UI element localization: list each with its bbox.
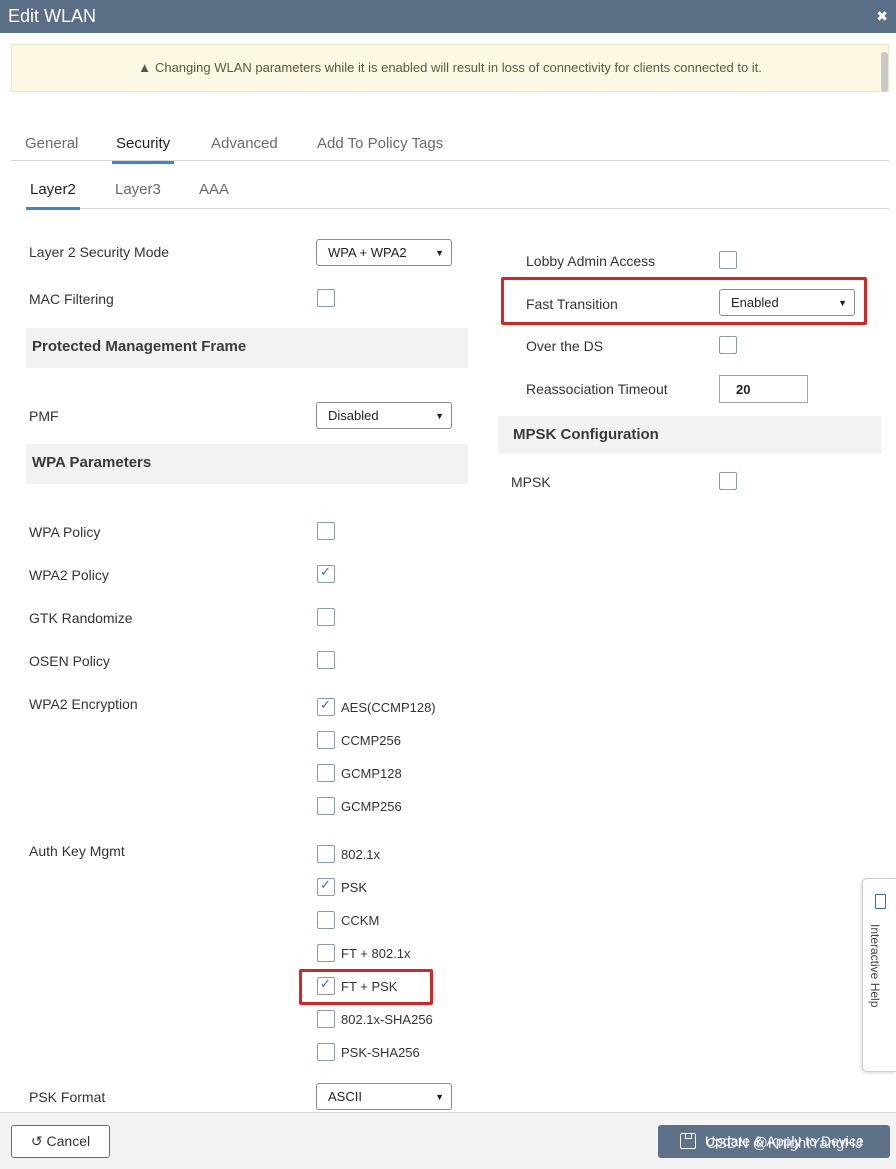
save-icon: [680, 1133, 696, 1149]
lobby-admin-access-label: Lobby Admin Access: [526, 253, 656, 269]
wpa2-policy-checkbox[interactable]: ✓: [317, 564, 335, 583]
ft-psk-highlight: [299, 969, 433, 1005]
akm-psk-sha256-checkbox[interactable]: [317, 1043, 335, 1061]
akm-option-label: 802.1x-SHA256: [341, 1012, 433, 1027]
fast-transition-select[interactable]: Enabled ▼: [719, 289, 855, 316]
mpsk-label: MPSK: [511, 474, 551, 490]
warning-banner: ▲ Changing WLAN parameters while it is en…: [11, 44, 889, 92]
akm-8021x-sha256-checkbox[interactable]: [317, 1010, 335, 1028]
mpsk-section-header: MPSK Configuration: [498, 416, 881, 454]
reassociation-timeout-input[interactable]: 20: [719, 375, 808, 403]
warning-text: Changing WLAN parameters while it is ena…: [154, 60, 762, 75]
gtk-randomize-label: GTK Randomize: [29, 610, 133, 626]
akm-option-label: PSK-SHA256: [341, 1045, 420, 1060]
pmf-select[interactable]: Disabled ▼: [316, 402, 452, 429]
chevron-down-icon: ▼: [435, 1092, 444, 1102]
encryption-aes-ccmp128-checkbox[interactable]: ✓: [317, 697, 335, 716]
checkmark-icon: ✓: [320, 564, 331, 579]
lobby-admin-access-checkbox[interactable]: [719, 251, 737, 269]
mac-filtering-checkbox[interactable]: [317, 289, 335, 307]
subtab-aaa[interactable]: AAA: [199, 181, 229, 198]
cancel-label: Cancel: [46, 1133, 91, 1149]
warning-icon: ▲: [138, 60, 151, 75]
window-titlebar: Edit WLAN ✖: [0, 0, 896, 33]
wpa2-policy-label: WPA2 Policy: [29, 567, 109, 583]
checkmark-icon: ✓: [320, 877, 331, 892]
wpa2-encryption-label: WPA2 Encryption: [29, 696, 138, 712]
tab-add-to-policy-tags[interactable]: Add To Policy Tags: [317, 135, 443, 152]
akm-option-label: CCKM: [341, 913, 380, 928]
osen-policy-label: OSEN Policy: [29, 653, 110, 669]
akm-ft-8021x-checkbox[interactable]: [317, 944, 335, 962]
tab-security[interactable]: Security: [111, 135, 175, 164]
wpa-policy-label: WPA Policy: [29, 524, 101, 540]
wpa-policy-checkbox[interactable]: [317, 522, 335, 540]
layer2-security-mode-value: WPA + WPA2: [328, 245, 407, 260]
security-subtabs: Layer2 Layer3 AAA: [26, 174, 889, 210]
chevron-down-icon: ▼: [838, 298, 847, 308]
tab-general[interactable]: General: [25, 135, 78, 152]
encryption-option-label: GCMP256: [341, 799, 402, 814]
gtk-randomize-checkbox[interactable]: [317, 608, 335, 626]
fast-transition-value: Enabled: [731, 295, 779, 310]
interactive-help-label: Interactive Help: [868, 924, 882, 1008]
encryption-option-label: AES(CCMP128): [341, 700, 436, 715]
reassociation-timeout-label: Reassociation Timeout: [526, 381, 668, 397]
fast-transition-label: Fast Transition: [526, 296, 618, 312]
undo-icon: ↺: [30, 1133, 43, 1149]
layer2-security-mode-select[interactable]: WPA + WPA2 ▼: [316, 239, 452, 266]
help-icon: [875, 894, 886, 909]
over-the-ds-label: Over the DS: [526, 338, 604, 354]
layer2-security-mode-label: Layer 2 Security Mode: [29, 244, 170, 260]
encryption-gcmp256-checkbox[interactable]: [317, 797, 335, 815]
psk-format-value: ASCII: [328, 1089, 362, 1104]
psk-format-select[interactable]: ASCII ▼: [316, 1083, 452, 1110]
encryption-ccmp256-checkbox[interactable]: [317, 731, 335, 749]
encryption-option-label: GCMP128: [341, 766, 402, 781]
wpa-parameters-section-header: WPA Parameters: [26, 444, 468, 484]
psk-format-label: PSK Format: [29, 1089, 106, 1105]
watermark-text: CSDN @KnightYangHJ: [706, 1135, 863, 1152]
akm-8021x-checkbox[interactable]: [317, 845, 335, 863]
dialog-footer: ↺ Cancel Update & Apply to Device CSDN @…: [0, 1112, 896, 1169]
main-tabs: General Security Advanced Add To Policy …: [11, 128, 889, 164]
scrollbar[interactable]: [881, 52, 888, 92]
auth-key-mgmt-label: Auth Key Mgmt: [29, 843, 125, 859]
akm-psk-checkbox[interactable]: ✓: [317, 877, 335, 896]
cancel-button[interactable]: ↺ Cancel: [11, 1125, 110, 1158]
pmf-section-header: Protected Management Frame: [26, 328, 468, 368]
akm-option-label: PSK: [341, 880, 368, 895]
mpsk-checkbox[interactable]: [719, 472, 737, 490]
interactive-help-tab[interactable]: Interactive Help: [862, 878, 896, 1072]
chevron-down-icon: ▼: [435, 411, 444, 421]
encryption-gcmp128-checkbox[interactable]: [317, 764, 335, 782]
pmf-label: PMF: [29, 408, 59, 424]
osen-policy-checkbox[interactable]: [317, 651, 335, 669]
subtab-layer2[interactable]: Layer2: [26, 181, 80, 210]
chevron-down-icon: ▼: [435, 248, 444, 258]
akm-cckm-checkbox[interactable]: [317, 911, 335, 929]
tab-advanced[interactable]: Advanced: [211, 135, 278, 152]
akm-option-label: FT + 802.1x: [341, 946, 411, 961]
over-the-ds-checkbox[interactable]: [719, 336, 737, 354]
checkmark-icon: ✓: [320, 697, 331, 712]
pmf-value: Disabled: [328, 408, 379, 423]
akm-option-label: 802.1x: [341, 847, 381, 862]
mac-filtering-label: MAC Filtering: [29, 291, 114, 307]
subtab-layer3[interactable]: Layer3: [115, 181, 161, 198]
encryption-option-label: CCMP256: [341, 733, 401, 748]
close-icon[interactable]: ✖: [876, 8, 888, 25]
window-title: Edit WLAN: [8, 6, 97, 26]
